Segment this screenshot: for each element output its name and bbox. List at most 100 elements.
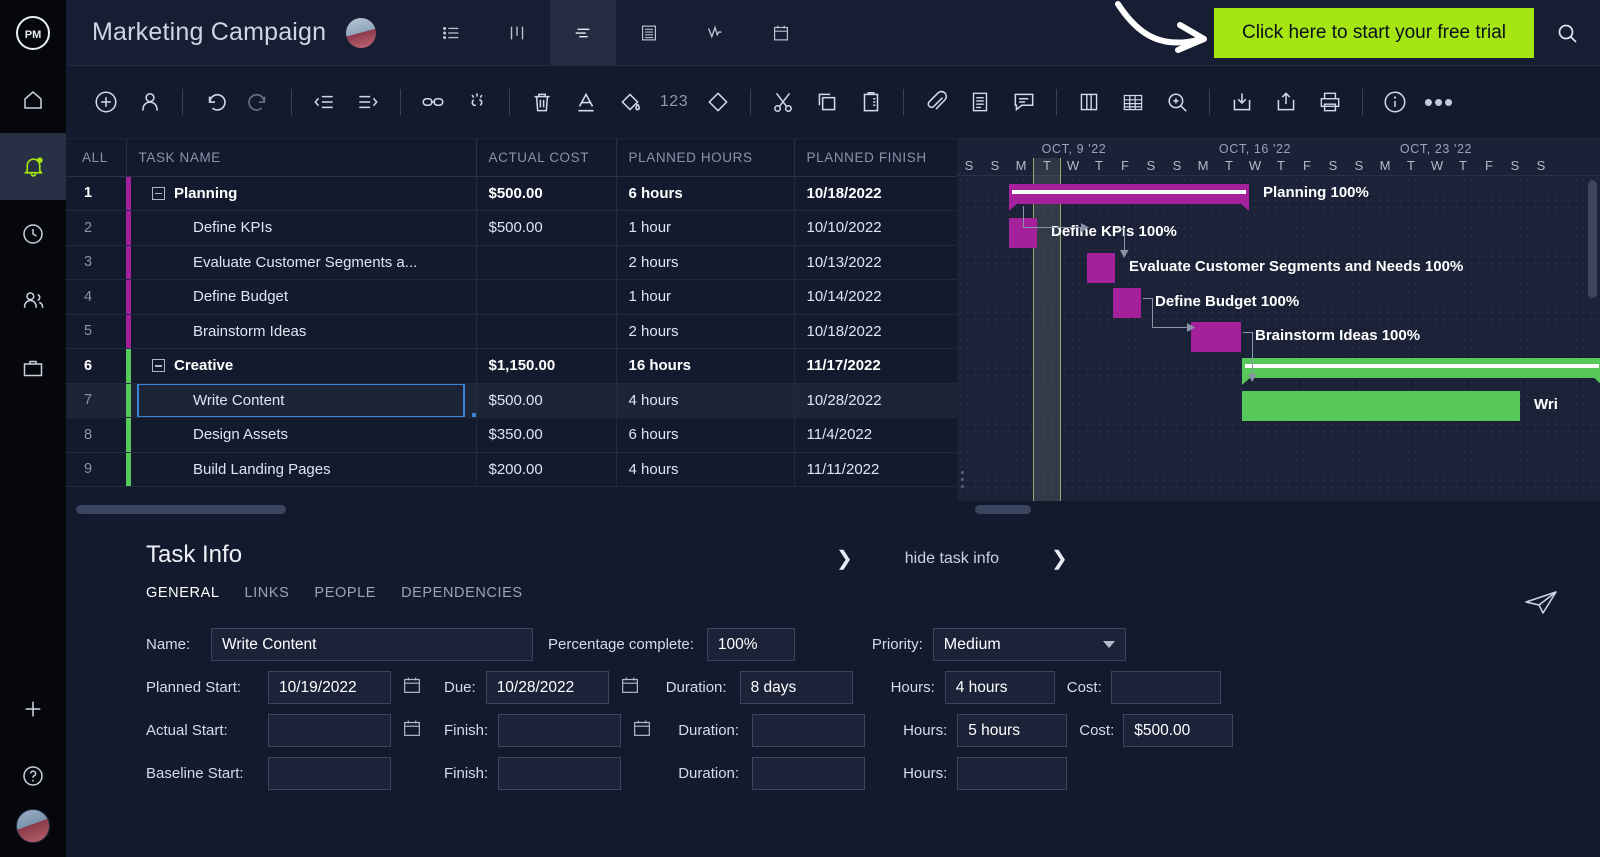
cell-planned-finish[interactable]: 10/10/2022 — [794, 210, 957, 246]
project-owner-avatar[interactable] — [346, 17, 377, 48]
cell-actual-cost[interactable]: $350.00 — [476, 417, 617, 453]
cell-task-name[interactable]: Define Budget — [126, 279, 477, 315]
name-field[interactable]: Write Content — [211, 628, 533, 661]
table-row[interactable]: 3 Evaluate Customer Segments a... 2 hours 1… — [66, 245, 957, 280]
milestone-icon[interactable] — [696, 80, 740, 124]
table-row[interactable]: 9 Build Landing Pages $200.00 4 hours 11/11/… — [66, 452, 957, 487]
tab-gantt-view[interactable] — [550, 0, 617, 66]
tab-links[interactable]: LINKS — [245, 585, 290, 601]
cell-task-name[interactable]: Planning — [126, 176, 477, 211]
gantt-bar[interactable] — [1242, 358, 1600, 385]
redo-icon[interactable] — [237, 80, 281, 124]
baseline-finish-field[interactable] — [498, 757, 622, 790]
duration-3-field[interactable] — [752, 757, 866, 790]
hours-1-field[interactable]: 4 hours — [944, 671, 1055, 704]
calendar-icon[interactable] — [401, 717, 423, 744]
priority-select[interactable]: Medium — [932, 628, 1126, 661]
cell-planned-hours[interactable]: 4 hours — [616, 383, 795, 418]
cell-actual-cost[interactable]: $1,150.00 — [476, 348, 617, 384]
sidebar-item-team[interactable] — [0, 267, 66, 334]
cell-task-name[interactable]: Design Assets — [126, 417, 477, 453]
tab-list-view[interactable] — [418, 0, 484, 66]
cell-planned-finish[interactable]: 10/18/2022 — [794, 176, 957, 211]
info-icon[interactable] — [1373, 80, 1417, 124]
add-task-icon[interactable] — [84, 80, 128, 124]
help-icon[interactable] — [0, 742, 66, 809]
cell-actual-cost[interactable] — [476, 245, 617, 280]
gantt-bar[interactable] — [1113, 288, 1141, 318]
cell-task-name[interactable]: Define KPIs — [126, 210, 477, 246]
copy-icon[interactable] — [805, 80, 849, 124]
tab-dependencies[interactable]: DEPENDENCIES — [401, 585, 523, 601]
column-header-task-name[interactable]: TASK NAME — [126, 139, 477, 177]
app-logo[interactable]: PM — [0, 0, 66, 66]
planned-start-field[interactable]: 10/19/2022 — [268, 671, 391, 704]
cell-planned-hours[interactable]: 2 hours — [616, 314, 795, 349]
zoom-icon[interactable] — [1155, 80, 1199, 124]
table-row[interactable]: 5 Brainstorm Ideas 2 hours 10/18/2022 — [66, 314, 957, 349]
table-row[interactable]: 8 Design Assets $350.00 6 hours 11/4/2022 — [66, 417, 957, 453]
link-tasks-icon[interactable] — [411, 80, 455, 124]
more-options-icon[interactable]: ••• — [1417, 80, 1461, 124]
outdent-icon[interactable] — [302, 80, 346, 124]
cell-planned-finish[interactable]: 11/17/2022 — [794, 348, 957, 384]
add-button[interactable] — [0, 675, 66, 742]
font-color-icon[interactable] — [564, 80, 608, 124]
fill-color-icon[interactable] — [608, 80, 652, 124]
cell-actual-cost[interactable] — [476, 314, 617, 349]
assign-resource-icon[interactable] — [128, 80, 172, 124]
cost-2-field[interactable]: $500.00 — [1123, 714, 1234, 747]
undo-icon[interactable] — [193, 80, 237, 124]
cell-actual-cost[interactable]: $500.00 — [476, 210, 617, 246]
attachment-icon[interactable] — [914, 80, 958, 124]
cell-planned-hours[interactable]: 6 hours — [616, 417, 795, 453]
column-header-actual-cost[interactable]: ACTUAL COST — [476, 139, 617, 177]
gantt-bar[interactable] — [1191, 322, 1241, 352]
table-row[interactable]: 4 Define Budget 1 hour 10/14/2022 — [66, 279, 957, 315]
calendar-icon[interactable] — [401, 674, 423, 701]
cell-task-name[interactable]: Write Content — [126, 383, 477, 418]
search-icon[interactable] — [1534, 0, 1600, 66]
number-format-icon[interactable]: 123 — [652, 80, 696, 124]
sidebar-item-portfolio[interactable] — [0, 334, 66, 401]
cell-actual-cost[interactable]: $500.00 — [476, 176, 617, 211]
collapse-expander-icon[interactable] — [152, 186, 165, 200]
column-header-all[interactable]: ALL — [66, 139, 127, 177]
cell-actual-cost[interactable]: $500.00 — [476, 383, 617, 418]
gantt-vscrollbar-thumb[interactable] — [1588, 180, 1597, 298]
notes-icon[interactable] — [958, 80, 1002, 124]
grid-hscrollbar-thumb[interactable] — [76, 505, 286, 514]
cell-planned-hours[interactable]: 16 hours — [616, 348, 795, 384]
cell-task-name[interactable]: Brainstorm Ideas — [126, 314, 477, 349]
paste-icon[interactable] — [849, 80, 893, 124]
collapse-expander-icon[interactable] — [152, 359, 165, 373]
avatar[interactable] — [16, 809, 50, 843]
grid-hscrollbar[interactable] — [66, 501, 957, 519]
actual-start-field[interactable] — [268, 714, 391, 747]
cell-planned-finish[interactable]: 11/4/2022 — [794, 417, 957, 453]
due-field[interactable]: 10/28/2022 — [485, 671, 609, 704]
sidebar-item-home[interactable] — [0, 66, 66, 133]
table-row[interactable]: 1 Planning $500.00 6 hours 10/18/2022 — [66, 176, 957, 211]
cell-actual-cost[interactable] — [476, 279, 617, 315]
duration-1-field[interactable]: 8 days — [739, 671, 853, 704]
columns-icon[interactable] — [1067, 80, 1111, 124]
cell-planned-hours[interactable]: 1 hour — [616, 210, 795, 246]
cell-planned-finish[interactable]: 10/14/2022 — [794, 279, 957, 315]
hours-2-field[interactable]: 5 hours — [957, 714, 1068, 747]
cost-1-field[interactable] — [1110, 671, 1221, 704]
sidebar-item-notifications[interactable] — [0, 133, 66, 200]
gantt-bar[interactable] — [1009, 184, 1249, 211]
hide-task-info-button[interactable]: ❯ hide task info ❯ — [836, 549, 1068, 569]
pane-splitter[interactable] — [955, 464, 969, 494]
cell-planned-finish[interactable]: 10/28/2022 — [794, 383, 957, 418]
gantt-hscrollbar-thumb[interactable] — [975, 505, 1031, 514]
sidebar-item-timesheets[interactable] — [0, 200, 66, 267]
baseline-start-field[interactable] — [268, 757, 391, 790]
cell-planned-hours[interactable]: 4 hours — [616, 452, 795, 487]
table-row[interactable]: 6 Creative $1,150.00 16 hours 11/17/2022 — [66, 348, 957, 384]
calendar-icon[interactable] — [619, 674, 641, 701]
tab-calendar-view[interactable] — [748, 0, 814, 66]
gantt-bar[interactable] — [1087, 253, 1115, 283]
cell-planned-finish[interactable]: 10/18/2022 — [794, 314, 957, 349]
